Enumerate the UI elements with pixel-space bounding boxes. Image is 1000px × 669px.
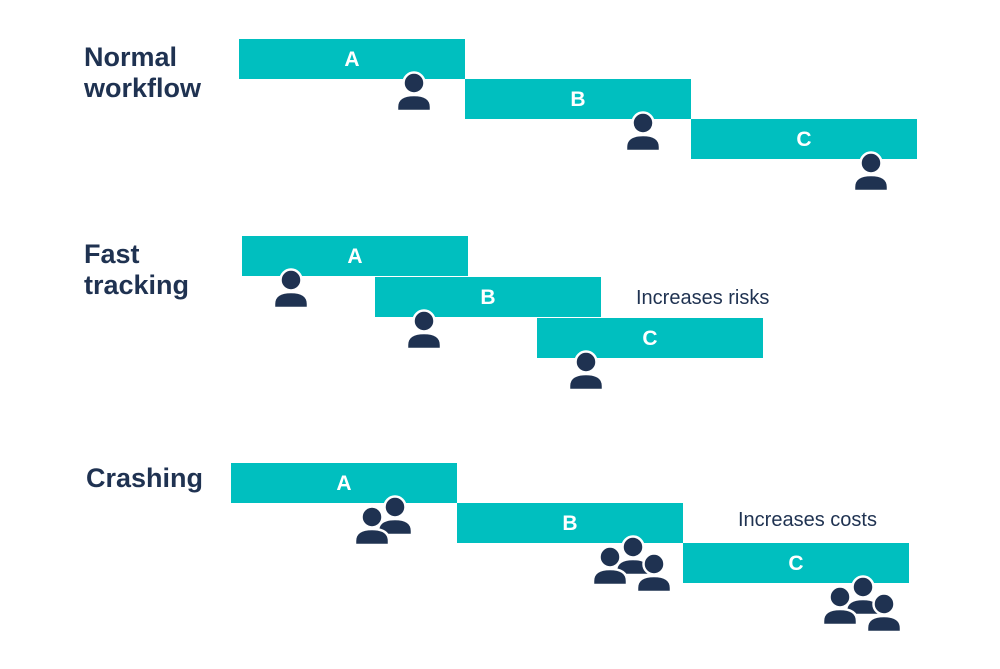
person-body xyxy=(865,614,903,634)
person-body xyxy=(624,133,662,153)
task-c: C xyxy=(537,318,763,358)
task-label: A xyxy=(336,472,351,495)
section-normal-workflow: Normal workflow A B C xyxy=(83,39,917,193)
task-label: C xyxy=(642,327,657,350)
person-head xyxy=(621,535,645,559)
person-body xyxy=(272,290,310,310)
task-label: A xyxy=(347,245,362,268)
person-head xyxy=(412,309,436,333)
task-a: A xyxy=(231,463,457,503)
person-head xyxy=(383,495,407,519)
person-head xyxy=(642,552,666,576)
section-fast-tracking: Fast tracking Increases risks A B C xyxy=(84,236,769,392)
task-a: A xyxy=(242,236,468,276)
task-a: A xyxy=(239,39,465,79)
team-icon xyxy=(591,535,673,594)
section-title: Fast xyxy=(84,239,140,269)
section-crashing: Crashing Increases costs A B C xyxy=(86,463,909,634)
person-body xyxy=(852,173,890,193)
task-label: A xyxy=(344,48,359,71)
cost-note: Increases costs xyxy=(738,509,877,531)
task-label: B xyxy=(562,512,577,535)
person-head xyxy=(851,575,875,599)
person-body xyxy=(353,527,391,547)
person-body xyxy=(821,607,859,627)
task-label: B xyxy=(480,286,495,309)
person-head xyxy=(859,151,883,175)
task-c: C xyxy=(691,119,917,159)
person-body xyxy=(635,574,673,594)
section-title: workflow xyxy=(83,73,202,103)
task-b: B xyxy=(457,503,683,543)
section-title: Normal xyxy=(84,42,177,72)
task-label: C xyxy=(788,552,803,575)
person-head xyxy=(828,585,852,609)
person-body xyxy=(395,93,433,113)
person-head xyxy=(360,505,384,529)
task-c: C xyxy=(683,543,909,583)
team-icon xyxy=(353,495,414,547)
person-head xyxy=(631,111,655,135)
person-body xyxy=(405,331,443,351)
task-bars: A B C xyxy=(239,39,917,193)
risk-note: Increases risks xyxy=(636,287,769,309)
task-bars: A B C xyxy=(242,236,763,392)
person-head xyxy=(402,71,426,95)
section-title: tracking xyxy=(84,270,189,300)
task-label: C xyxy=(796,128,811,151)
task-b: B xyxy=(465,79,691,119)
person-head xyxy=(598,545,622,569)
team-icon xyxy=(821,575,903,634)
section-title: Crashing xyxy=(86,463,203,493)
person-head xyxy=(279,268,303,292)
person-body xyxy=(567,372,605,392)
task-bars: A B C xyxy=(231,463,909,634)
schedule-compression-diagram: Normal workflow A B C Fast tracking Increa… xyxy=(83,39,917,634)
task-b: B xyxy=(375,277,601,317)
task-label: B xyxy=(570,88,585,111)
person-head xyxy=(872,592,896,616)
person-head xyxy=(574,350,598,374)
person-body xyxy=(591,567,629,587)
